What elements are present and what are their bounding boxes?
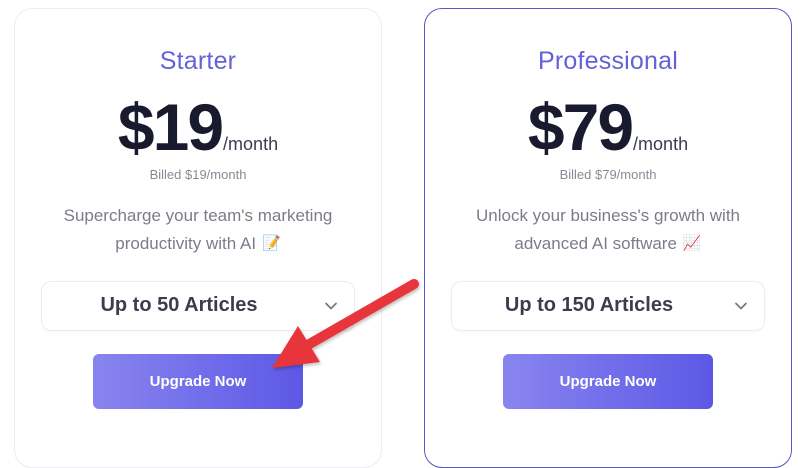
chart-increasing-icon: 📈 [682, 235, 702, 252]
articles-dropdown-value: Up to 50 Articles [100, 294, 258, 316]
articles-dropdown[interactable]: Up to 50 Articles [41, 281, 355, 331]
description-line-2: advanced AI software [514, 234, 677, 253]
starter-plan-card: Starter $19/month Billed $19/month Super… [14, 8, 382, 468]
description-line-2: productivity with AI [115, 234, 257, 253]
memo-icon: 📝 [262, 235, 281, 252]
upgrade-now-button[interactable]: Upgrade Now [93, 354, 303, 409]
price-period: /month [223, 134, 279, 154]
billing-note: Billed $79/month [559, 167, 657, 182]
upgrade-now-button[interactable]: Upgrade Now [503, 354, 713, 409]
chevron-down-icon [735, 302, 747, 310]
description-line-1: Supercharge your team's marketing [63, 206, 333, 225]
plan-name: Starter [159, 47, 237, 75]
billing-note: Billed $19/month [149, 167, 247, 182]
price-row: $19/month [15, 89, 381, 165]
professional-plan-card: Professional $79/month Billed $79/month … [424, 8, 792, 468]
chevron-down-icon [325, 302, 337, 310]
plan-price: $19 [117, 90, 224, 164]
description-line-1: Unlock your business's growth with [475, 206, 741, 225]
articles-dropdown-value: Up to 150 Articles [504, 294, 674, 316]
plan-description: Supercharge your team's marketing produc… [39, 202, 357, 258]
plan-description: Unlock your business's growth with advan… [449, 202, 767, 258]
price-period: /month [633, 134, 689, 154]
plan-price: $79 [527, 90, 634, 164]
price-row: $79/month [425, 89, 791, 165]
articles-dropdown[interactable]: Up to 150 Articles [451, 281, 765, 331]
plan-name: Professional [538, 47, 678, 75]
